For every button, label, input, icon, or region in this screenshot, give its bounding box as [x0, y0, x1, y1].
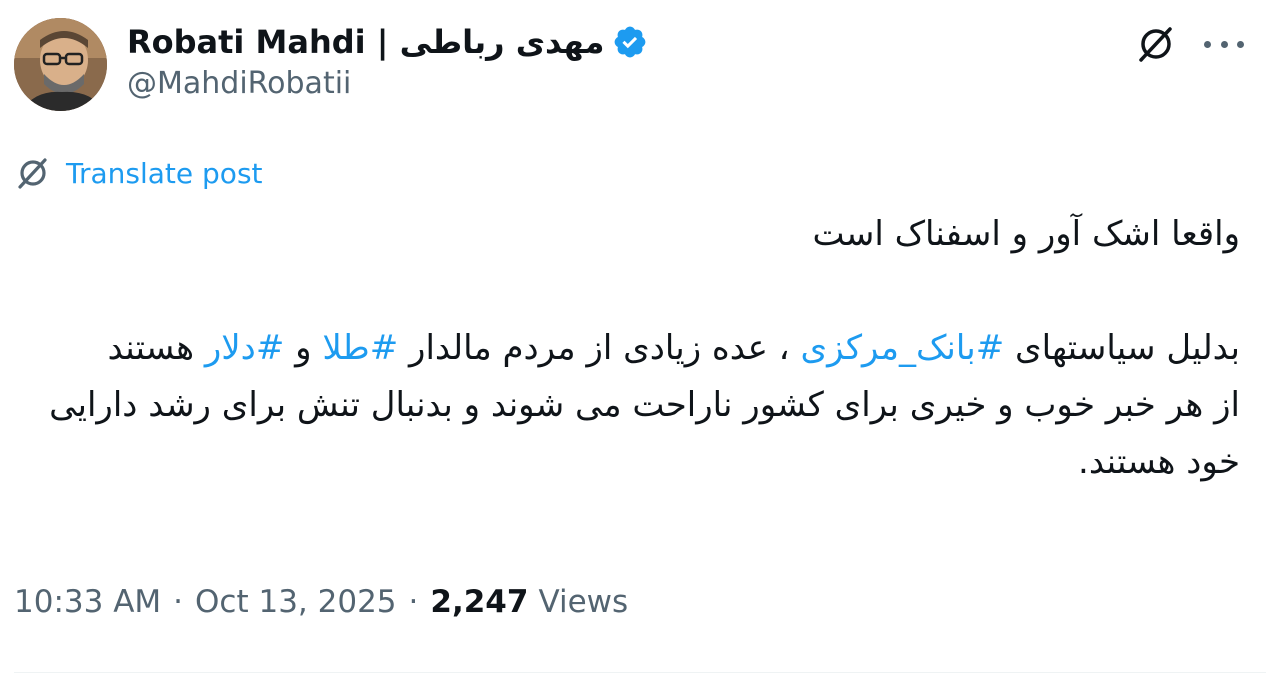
views-label: Views [538, 584, 629, 620]
translate-post-label: Translate post [66, 156, 263, 190]
meta-separator: · [408, 584, 419, 620]
display-name[interactable]: Robati Mahdi | مهدی رباطی [127, 23, 604, 61]
hashtag-link[interactable]: #طلا [322, 328, 398, 368]
meta-separator: · [173, 584, 184, 620]
display-name-row[interactable]: Robati Mahdi | مهدی رباطی [127, 20, 648, 64]
verified-badge-icon [615, 26, 646, 58]
hashtag-link[interactable]: #دلار [205, 328, 284, 368]
grok-slash-icon[interactable] [1134, 22, 1178, 66]
post-body: واقعا اشک آور و اسفناک است بدلیل سیاستها… [40, 206, 1240, 491]
post-text-segment: و [284, 328, 323, 368]
handle[interactable]: @MahdiRobatii [127, 66, 351, 101]
post-text-segment: هستند [107, 328, 205, 368]
post-time[interactable]: 10:33 AM [14, 584, 161, 620]
post-line-1: واقعا اشک آور و اسفناک است [812, 214, 1241, 254]
post-text-segment: ، عده زیادی از مردم مالدار [398, 328, 801, 368]
more-horizontal-icon[interactable] [1204, 22, 1244, 66]
views-count: 2,247 [430, 584, 529, 620]
header-actions [1134, 22, 1244, 66]
post-meta: 10:33 AM · Oct 13, 2025 · 2,247 Views [14, 584, 628, 620]
post-paragraph-3: از هر خبر خوب و خیری برای کشور ناراحت می… [49, 385, 1240, 482]
divider [14, 672, 1266, 673]
hashtag-link[interactable]: #بانک_مرکزی [800, 328, 1004, 368]
tweet: Robati Mahdi | مهدی رباطی @MahdiRobatii … [0, 0, 1280, 679]
avatar[interactable] [14, 18, 107, 111]
post-text-segment: بدلیل سیاستهای [1004, 328, 1240, 368]
post-date[interactable]: Oct 13, 2025 [195, 584, 397, 620]
grok-slash-icon [18, 158, 47, 189]
post-paragraph-2: بدلیل سیاستهای #بانک_مرکزی ، عده زیادی ا… [40, 320, 1240, 377]
avatar-image [14, 18, 107, 111]
translate-post-link[interactable]: Translate post [14, 154, 263, 192]
